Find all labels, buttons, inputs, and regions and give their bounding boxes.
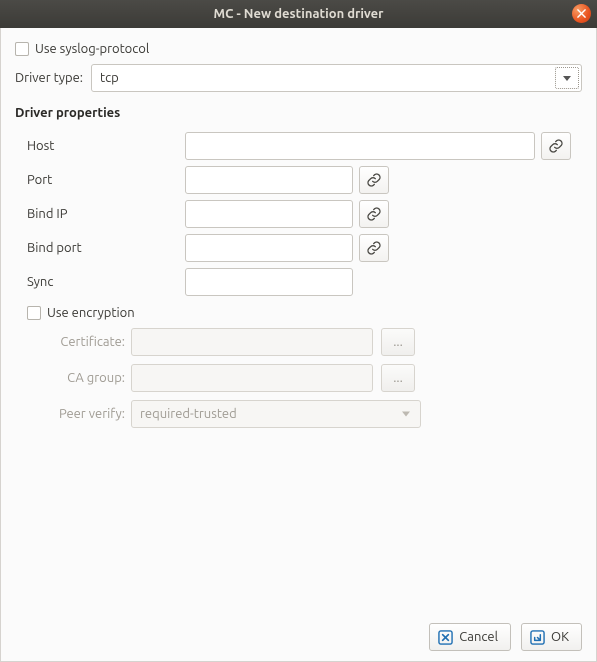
bind-port-input[interactable] [185,234,353,262]
bind-ip-link-button[interactable] [359,200,389,228]
bind-port-label: Bind port [15,241,185,255]
dialog-footer: Cancel OK [15,613,582,651]
ca-group-label: CA group: [47,371,131,385]
window-title: MC - New destination driver [214,7,384,21]
port-link-button[interactable] [359,166,389,194]
host-link-button[interactable] [541,132,571,160]
peer-verify-label: Peer verify: [47,407,131,421]
link-icon [548,138,564,154]
ok-icon [530,630,545,645]
bind-ip-input[interactable] [185,200,353,228]
cancel-button[interactable]: Cancel [429,623,511,651]
link-icon [366,206,382,222]
certificate-input [131,328,373,356]
titlebar: MC - New destination driver [0,0,597,28]
ok-button[interactable]: OK [521,623,582,651]
peer-verify-value: required-trusted [140,407,237,421]
driver-properties-heading: Driver properties [15,106,582,120]
sync-label: Sync [15,275,185,289]
dialog-body: Use syslog-protocol Driver type: tcp Dri… [0,28,597,662]
peer-verify-select: required-trusted [131,400,421,428]
cancel-icon [438,630,453,645]
cancel-button-label: Cancel [459,630,498,644]
port-label: Port [15,173,185,187]
ellipsis-icon: ... [393,335,403,349]
window-close-button[interactable] [572,4,591,23]
bind-ip-label: Bind IP [15,207,185,221]
use-syslog-protocol-checkbox[interactable] [15,42,29,56]
ca-group-input [131,364,373,392]
certificate-browse-button: ... [381,328,415,356]
spacer [15,428,582,613]
driver-type-value: tcp [100,71,119,85]
host-label: Host [15,139,185,153]
driver-type-select[interactable]: tcp [91,64,582,92]
link-icon [366,172,382,188]
close-icon [577,9,586,18]
use-syslog-protocol-label: Use syslog-protocol [35,42,149,56]
use-encryption-label: Use encryption [47,306,135,320]
ca-group-browse-button: ... [381,364,415,392]
driver-type-label: Driver type: [15,71,83,85]
driver-type-dropdown-button[interactable] [555,67,579,89]
sync-input[interactable] [185,268,353,296]
port-input[interactable] [185,166,353,194]
ok-button-label: OK [551,630,569,644]
chevron-down-icon [402,412,410,417]
dialog-window: MC - New destination driver Use syslog-p… [0,0,597,662]
chevron-down-icon [563,76,571,81]
bind-port-link-button[interactable] [359,234,389,262]
link-icon [366,240,382,256]
certificate-label: Certificate: [47,335,131,349]
host-input[interactable] [185,132,535,160]
ellipsis-icon: ... [393,371,403,385]
use-encryption-checkbox[interactable] [27,306,41,320]
